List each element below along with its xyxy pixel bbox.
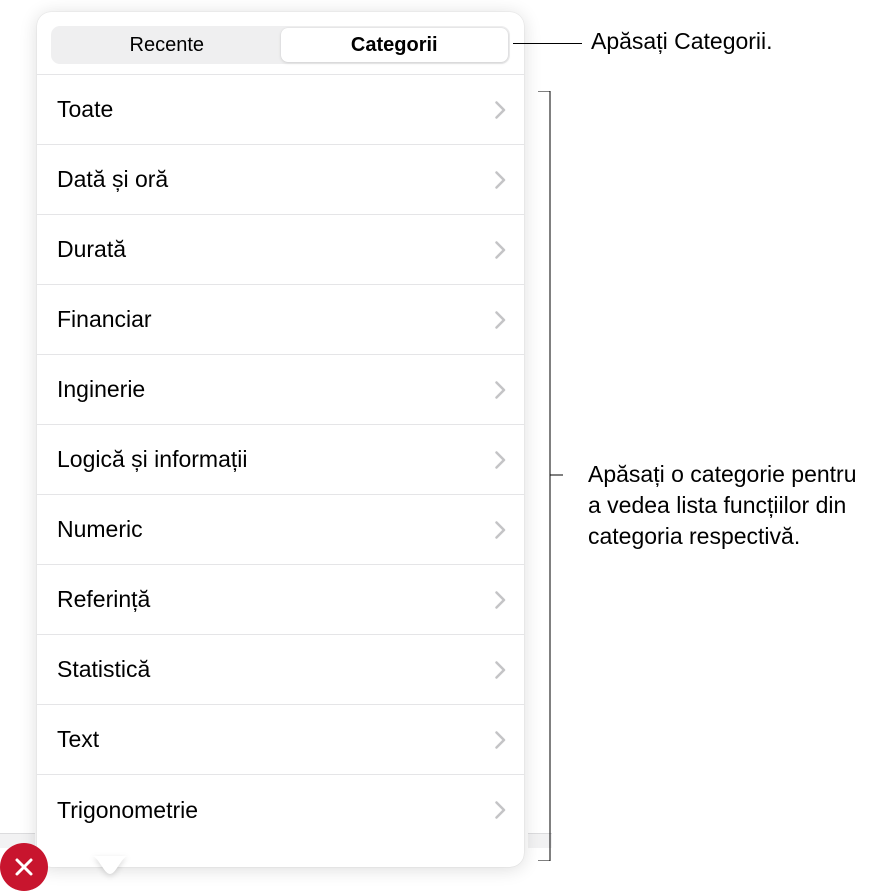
category-label: Toate [57,96,113,123]
categories-list: Toate Dată și oră Durată Financiar Ingin… [37,74,524,845]
category-label: Inginerie [57,376,145,403]
category-label: Referință [57,586,150,613]
chevron-right-icon [495,451,506,469]
chevron-right-icon [495,661,506,679]
callout-text-mid: Apăsați o categorie pentru a vedea lista… [588,459,858,552]
category-item-statistic[interactable]: Statistică [37,635,524,705]
category-item-text[interactable]: Text [37,705,524,775]
category-label: Trigonometrie [57,797,198,824]
category-label: Statistică [57,656,150,683]
chevron-right-icon [495,731,506,749]
chevron-right-icon [495,381,506,399]
chevron-right-icon [495,521,506,539]
category-label: Financiar [57,306,152,333]
chevron-right-icon [495,241,506,259]
chevron-right-icon [495,171,506,189]
callout-leader-line-top [513,43,582,44]
chevron-right-icon [495,591,506,609]
functions-panel: Recente Categorii Toate Dată și oră Dura… [37,12,524,867]
category-item-trigonometry[interactable]: Trigonometrie [37,775,524,845]
category-item-financial[interactable]: Financiar [37,285,524,355]
category-item-numeric[interactable]: Numeric [37,495,524,565]
chevron-right-icon [495,801,506,819]
category-item-all[interactable]: Toate [37,75,524,145]
category-label: Numeric [57,516,143,543]
tab-recent[interactable]: Recente [53,28,281,62]
tab-categories[interactable]: Categorii [281,28,509,62]
tab-categories-label: Categorii [351,34,438,57]
callout-bracket-icon [538,91,563,861]
category-label: Text [57,726,99,753]
callout-text-top: Apăsați Categorii. [591,28,773,55]
category-label: Durată [57,236,126,263]
chevron-right-icon [495,311,506,329]
category-item-engineering[interactable]: Inginerie [37,355,524,425]
chevron-right-icon [495,101,506,119]
category-item-reference[interactable]: Referință [37,565,524,635]
category-label: Dată și oră [57,166,168,193]
category-item-logic-info[interactable]: Logică și informații [37,425,524,495]
category-item-duration[interactable]: Durată [37,215,524,285]
category-item-date-time[interactable]: Dată și oră [37,145,524,215]
close-icon [13,856,35,878]
tabs-segmented-control: Recente Categorii [51,26,510,64]
category-label: Logică și informații [57,446,247,473]
popover-arrow-icon [92,856,128,874]
close-button[interactable] [0,843,48,891]
tab-recent-label: Recente [130,34,205,57]
